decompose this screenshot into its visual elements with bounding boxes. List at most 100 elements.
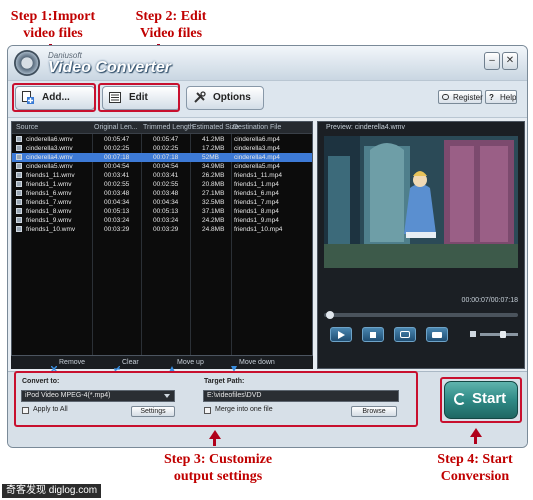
cell-original-length: 00:07:18 xyxy=(104,154,130,161)
watermark: 奇客发现 diglog.com xyxy=(2,484,102,498)
stop-button[interactable] xyxy=(362,327,384,342)
cell-destination: friends1_7.mp4 xyxy=(234,199,279,206)
cell-source: friends1_11.wmv xyxy=(26,172,75,179)
snapshot-button[interactable] xyxy=(394,327,416,342)
folder-icon xyxy=(432,332,442,338)
cell-destination: cinderella3.mp4 xyxy=(234,145,280,152)
col-destination-file[interactable]: Destination File xyxy=(233,122,281,133)
move-up-button[interactable]: Move up xyxy=(177,356,204,369)
volume-icon xyxy=(470,331,476,337)
file-list-footer: Remove Clear Move up Move down xyxy=(11,356,313,373)
cell-source: friends1_10.wmv xyxy=(26,226,76,233)
cell-estimated-size: 32.5MB xyxy=(202,199,225,206)
annotation-step3: Step 3: Customize output settings xyxy=(163,452,273,484)
cell-source: friends1_7.wmv xyxy=(26,199,72,206)
preview-label: Preview: cinderella4.wmv xyxy=(326,124,405,131)
cell-destination: cinderella5.mp4 xyxy=(234,163,280,170)
cell-estimated-size: 26.2MB xyxy=(202,172,225,179)
file-list[interactable]: Source Original Len... Trimmed Length Es… xyxy=(11,121,313,356)
col-trimmed-length[interactable]: Trimmed Length xyxy=(143,122,194,133)
close-button[interactable]: ✕ xyxy=(502,52,518,70)
seek-bar[interactable] xyxy=(324,311,518,319)
table-row[interactable]: cinderella5.wmv 00:04:54 00:04:54 34.9MB cin… xyxy=(12,162,312,171)
highlight-add xyxy=(12,83,96,112)
cell-estimated-size: 34.9MB xyxy=(202,163,225,170)
video-file-icon xyxy=(16,217,22,223)
col-estimated-size[interactable]: Estimated Size xyxy=(192,122,239,133)
play-icon xyxy=(338,331,345,339)
cell-source: friends1_8.wmv xyxy=(26,208,72,215)
camera-icon xyxy=(400,331,410,338)
seek-handle[interactable] xyxy=(326,311,334,319)
table-row[interactable]: cinderella3.wmv 00:02:25 00:02:25 17.2MB cin… xyxy=(12,144,312,153)
highlight-edit xyxy=(98,83,180,112)
cell-trimmed-length: 00:07:18 xyxy=(153,154,179,161)
preview-time: 00:00:07/00:07:18 xyxy=(461,297,518,304)
cell-source: friends1_6.wmv xyxy=(26,190,72,197)
key-icon xyxy=(442,94,449,100)
annotation-step2: Step 2: Edit Video files xyxy=(135,9,207,41)
cell-original-length: 00:03:24 xyxy=(104,217,130,224)
options-button[interactable]: Options xyxy=(186,86,264,110)
cell-original-length: 00:03:29 xyxy=(104,226,130,233)
clear-button[interactable]: Clear xyxy=(122,356,139,369)
cell-trimmed-length: 00:03:29 xyxy=(153,226,179,233)
play-button[interactable] xyxy=(330,327,352,342)
remove-button[interactable]: Remove xyxy=(59,356,85,369)
cell-original-length: 00:02:55 xyxy=(104,181,130,188)
title-bar: Daniusoft Video Converter – ✕ xyxy=(8,46,527,80)
table-row[interactable]: friends1_6.wmv 00:03:48 00:03:48 27.1MB frie… xyxy=(12,189,312,198)
highlight-start xyxy=(440,377,522,423)
cell-estimated-size: 20.8MB xyxy=(202,181,225,188)
cell-source: cinderella5.wmv xyxy=(26,163,73,170)
cell-trimmed-length: 00:02:25 xyxy=(153,145,179,152)
volume-handle[interactable] xyxy=(500,331,506,338)
table-row[interactable]: friends1_7.wmv 00:04:34 00:04:34 32.5MB frie… xyxy=(12,198,312,207)
volume-slider[interactable] xyxy=(480,331,518,338)
cell-source: friends1_9.wmv xyxy=(26,217,72,224)
table-row[interactable]: cinderella4.wmv 00:07:18 00:07:18 52MB cinde… xyxy=(12,153,312,162)
cell-trimmed-length: 00:03:48 xyxy=(153,190,179,197)
move-down-icon xyxy=(231,359,237,372)
cell-original-length: 00:05:13 xyxy=(104,208,130,215)
cell-source: cinderella4.wmv xyxy=(26,154,73,161)
annotation-step1: Step 1:Import video files xyxy=(10,9,96,41)
register-button[interactable]: Register xyxy=(438,90,483,104)
table-row[interactable]: friends1_1.wmv 00:02:55 00:02:55 20.8MB frie… xyxy=(12,180,312,189)
cell-destination: cinderella6.mp4 xyxy=(234,136,280,143)
cell-estimated-size: 24.2MB xyxy=(202,217,225,224)
cell-estimated-size: 52MB xyxy=(202,154,219,161)
table-row[interactable]: friends1_9.wmv 00:03:24 00:03:24 24.2MB frie… xyxy=(12,216,312,225)
remove-icon xyxy=(50,359,58,373)
cell-source: friends1_1.wmv xyxy=(26,181,72,188)
cell-estimated-size: 37.1MB xyxy=(202,208,225,215)
cell-original-length: 00:03:41 xyxy=(104,172,130,179)
col-original-length[interactable]: Original Len... xyxy=(94,122,138,133)
table-row[interactable]: friends1_8.wmv 00:05:13 00:05:13 37.1MB frie… xyxy=(12,207,312,216)
video-file-icon xyxy=(16,208,22,214)
cell-estimated-size: 41.2MB xyxy=(202,136,225,143)
tools-icon xyxy=(193,91,206,104)
help-icon: ? xyxy=(489,93,494,102)
video-file-icon xyxy=(16,226,22,232)
cell-estimated-size: 24.8MB xyxy=(202,226,225,233)
cell-original-length: 00:04:34 xyxy=(104,199,130,206)
table-row[interactable]: cinderella6.wmv 00:05:47 00:05:47 41.2MB cin… xyxy=(12,135,312,144)
arrow-step4 xyxy=(474,436,477,444)
open-folder-button[interactable] xyxy=(426,327,448,342)
cell-estimated-size: 17.2MB xyxy=(202,145,225,152)
table-row[interactable]: friends1_11.wmv 00:03:41 00:03:41 26.2MB fri… xyxy=(12,171,312,180)
video-frame-image xyxy=(324,136,518,268)
cell-original-length: 00:03:48 xyxy=(104,190,130,197)
clear-icon xyxy=(113,359,121,373)
table-row[interactable]: friends1_10.wmv 00:03:29 00:03:29 24.8MB fri… xyxy=(12,225,312,234)
help-button[interactable]: ? Help xyxy=(485,90,517,104)
cell-source: cinderella3.wmv xyxy=(26,145,73,152)
move-down-button[interactable]: Move down xyxy=(239,356,275,369)
cell-destination: friends1_6.mp4 xyxy=(234,190,279,197)
minimize-button[interactable]: – xyxy=(484,52,500,70)
file-list-header: Source Original Len... Trimmed Length Es… xyxy=(12,122,312,134)
col-source[interactable]: Source xyxy=(16,122,38,133)
move-up-icon xyxy=(169,359,175,372)
video-file-icon xyxy=(16,199,22,205)
